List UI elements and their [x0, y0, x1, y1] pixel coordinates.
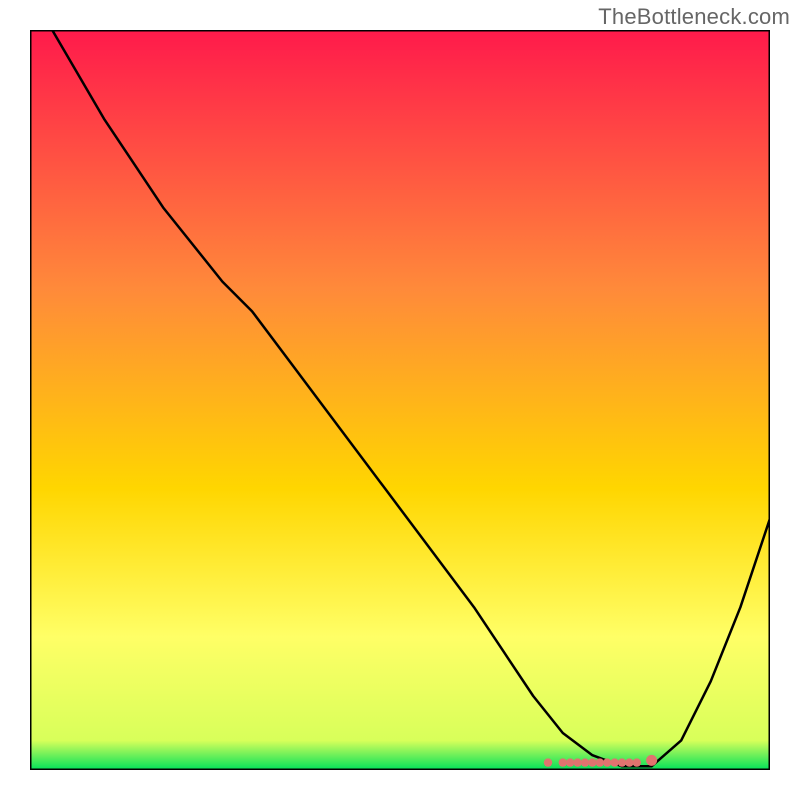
marker-dot — [596, 758, 604, 766]
marker-dot — [588, 758, 596, 766]
marker-dot — [618, 758, 626, 766]
marker-dot — [566, 758, 574, 766]
marker-dot — [603, 758, 611, 766]
watermark-text: TheBottleneck.com — [598, 4, 790, 30]
marker-dot — [581, 758, 589, 766]
plot-area — [30, 30, 770, 770]
marker-dot — [573, 758, 581, 766]
marker-dot — [633, 758, 641, 766]
marker-dot — [544, 758, 552, 766]
gradient-background — [30, 30, 770, 770]
marker-dot — [625, 758, 633, 766]
chart-svg — [30, 30, 770, 770]
marker-dot — [610, 758, 618, 766]
marker-dot — [646, 755, 657, 766]
marker-dot — [559, 758, 567, 766]
chart-container: TheBottleneck.com — [0, 0, 800, 800]
